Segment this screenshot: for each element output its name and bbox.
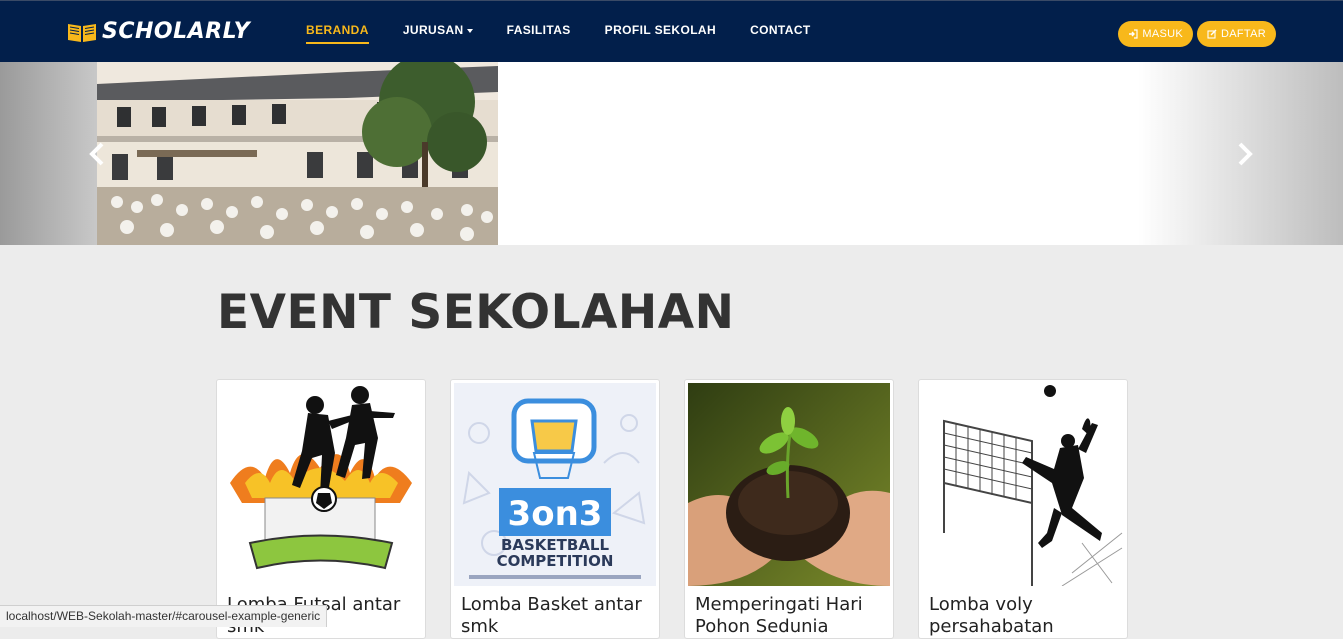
- school-building-photo: [97, 62, 498, 245]
- basketball-competition-poster: 3on3 BASKETBALL COMPETITION: [454, 383, 656, 586]
- brand-name: SCHOLARLY: [102, 19, 250, 45]
- open-book-icon: [66, 20, 98, 44]
- event-card[interactable]: Lomba Futsal antar smk: [216, 379, 426, 639]
- login-label: MASUK: [1142, 28, 1183, 40]
- login-button[interactable]: MASUK: [1118, 21, 1193, 47]
- browser-status-url: localhost/WEB-Sekolah-master/#carousel-e…: [0, 605, 327, 627]
- event-card-title: Lomba Basket antar smk: [461, 594, 656, 638]
- main-nav: BERANDA JURUSAN FASILITAS PROFIL SEKOLAH…: [306, 23, 845, 44]
- plant-in-hands-photo: [688, 383, 890, 586]
- event-card-title: Memperingati Hari Pohon Sedunia: [695, 594, 890, 638]
- nav-item-jurusan[interactable]: JURUSAN: [403, 23, 473, 44]
- caret-down-icon: [467, 29, 473, 33]
- nav-item-profil-sekolah[interactable]: PROFIL SEKOLAH: [605, 23, 716, 44]
- event-card[interactable]: 3on3 BASKETBALL COMPETITION Lomba Basket…: [450, 379, 660, 639]
- chevron-right-icon[interactable]: [1232, 140, 1256, 168]
- event-card[interactable]: Memperingati Hari Pohon Sedunia: [684, 379, 894, 639]
- edit-icon: [1207, 29, 1217, 39]
- nav-item-contact[interactable]: CONTACT: [750, 23, 811, 44]
- nav-item-fasilitas[interactable]: FASILITAS: [507, 23, 571, 44]
- sign-in-icon: [1128, 29, 1138, 39]
- section-title: EVENT SEKOLAHAN: [217, 285, 734, 341]
- svg-text:COMPETITION: COMPETITION: [497, 552, 614, 570]
- nav-item-jurusan-label: JURUSAN: [403, 23, 464, 37]
- futsal-tournament-logo: [220, 383, 422, 586]
- svg-text:3on3: 3on3: [508, 494, 603, 534]
- event-card[interactable]: Lomba voly persahabatan: [918, 379, 1128, 639]
- volleyball-silhouette: [922, 383, 1124, 586]
- auth-buttons: MASUK DAFTAR: [1114, 21, 1276, 47]
- register-button[interactable]: DAFTAR: [1197, 21, 1276, 47]
- carousel-left-shade: [0, 62, 97, 245]
- top-navbar: SCHOLARLY BERANDA JURUSAN FASILITAS PROF…: [0, 0, 1343, 62]
- event-card-title: Lomba voly persahabatan: [929, 594, 1124, 638]
- nav-item-beranda[interactable]: BERANDA: [306, 23, 369, 44]
- hero-carousel: [0, 62, 1343, 245]
- register-label: DAFTAR: [1221, 28, 1266, 40]
- brand-logo[interactable]: SCHOLARLY: [66, 19, 250, 45]
- chevron-left-icon[interactable]: [86, 140, 110, 168]
